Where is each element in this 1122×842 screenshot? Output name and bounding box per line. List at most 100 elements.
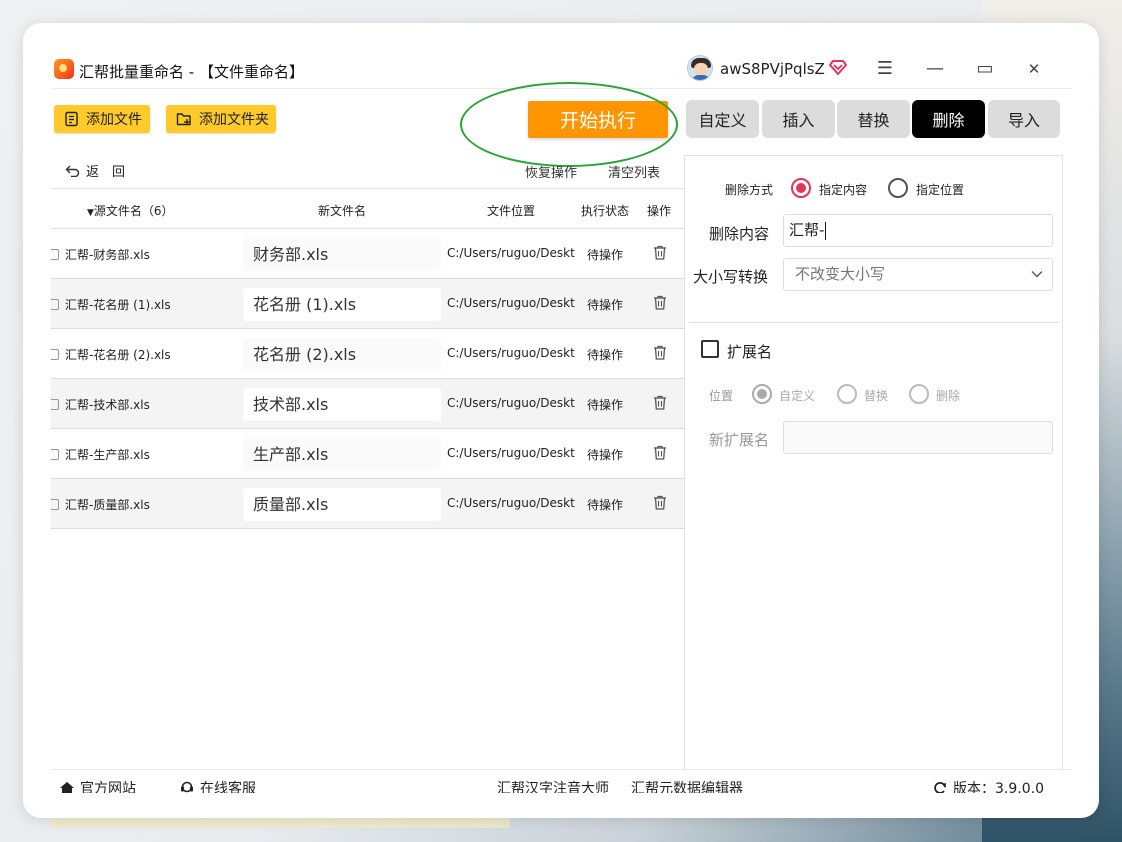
file-location: C:/Users/ruguo/Desktop bbox=[447, 246, 575, 260]
new-filename-input[interactable]: 生产部.xls bbox=[243, 438, 441, 471]
clear-list-button[interactable]: 清空列表 bbox=[608, 162, 660, 181]
status-text: 待操作 bbox=[587, 498, 624, 512]
trash-icon[interactable] bbox=[653, 345, 667, 360]
new-filename-input[interactable]: 花名册 (1).xls bbox=[243, 288, 441, 321]
trash-icon[interactable] bbox=[653, 245, 667, 260]
footer: 官方网站 在线客服 汇帮汉字注音大师 汇帮元数据编辑器 版本：3.9.0.0 bbox=[51, 769, 1072, 793]
radio-specified-content-label[interactable]: 指定内容 bbox=[819, 181, 867, 198]
table-header: ▼源文件名（6） 新文件名 文件位置 执行状态 操作 bbox=[51, 188, 684, 229]
position-label: 位置 bbox=[709, 389, 734, 403]
tab-replace[interactable]: 替换 bbox=[837, 100, 910, 138]
add-folder-button[interactable]: 添加文件夹 bbox=[166, 105, 276, 133]
add-folder-label: 添加文件夹 bbox=[199, 112, 269, 128]
minimize-icon[interactable]: — bbox=[920, 56, 950, 82]
version-info: 版本：3.9.0.0 bbox=[932, 778, 1044, 793]
table-row[interactable]: 汇帮-花名册 (1).xls 花名册 (1).xls C:/Users/ruguo/… bbox=[51, 279, 684, 329]
title-bar: 汇帮批量重命名 - 【文件重命名】 awS8PVjPqlsZ ☰ — ▭ ✕ bbox=[51, 51, 1072, 89]
header-op: 操作 bbox=[647, 204, 672, 218]
vip-diamond-icon[interactable] bbox=[828, 58, 848, 76]
extension-label[interactable]: 扩展名 bbox=[727, 341, 772, 362]
add-file-icon bbox=[65, 111, 78, 127]
add-file-button[interactable]: 添加文件 bbox=[54, 105, 150, 133]
file-icon bbox=[51, 449, 59, 460]
file-location: C:/Users/ruguo/Desktop bbox=[447, 396, 575, 410]
radio-specified-position-label[interactable]: 指定位置 bbox=[916, 181, 964, 198]
file-icon bbox=[51, 349, 59, 360]
back-label: 返 回 bbox=[86, 165, 126, 180]
new-filename-input[interactable]: 财务部.xls bbox=[243, 238, 441, 271]
table-row[interactable]: 汇帮-技术部.xls 技术部.xls C:/Users/ruguo/Desktop 待… bbox=[51, 379, 684, 429]
file-icon bbox=[51, 249, 59, 260]
radio-ext-replace-label[interactable]: 替换 bbox=[864, 387, 888, 404]
source-filename: 汇帮-生产部.xls bbox=[51, 446, 150, 463]
back-arrow-icon bbox=[65, 165, 80, 177]
username[interactable]: awS8PVjPqlsZ bbox=[720, 60, 825, 78]
trash-icon[interactable] bbox=[653, 395, 667, 410]
new-filename-input[interactable]: 质量部.xls bbox=[243, 488, 441, 521]
add-folder-icon bbox=[176, 113, 191, 126]
source-filename: 汇帮-质量部.xls bbox=[51, 496, 150, 513]
file-icon bbox=[51, 299, 59, 310]
extension-checkbox[interactable] bbox=[701, 340, 719, 358]
file-location: C:/Users/ruguo/Desktop bbox=[447, 296, 575, 310]
radio-specified-content[interactable] bbox=[791, 178, 811, 198]
case-convert-select[interactable]: 不改变大小写 bbox=[783, 258, 1053, 291]
divider bbox=[689, 322, 1059, 323]
file-icon bbox=[51, 499, 59, 510]
status-text: 待操作 bbox=[587, 448, 624, 462]
radio-specified-position[interactable] bbox=[888, 178, 908, 198]
radio-ext-replace[interactable] bbox=[837, 384, 857, 404]
header-location: 文件位置 bbox=[487, 204, 536, 218]
maximize-icon[interactable]: ▭ bbox=[970, 56, 1000, 82]
source-filename: 汇帮-花名册 (1).xls bbox=[51, 296, 171, 313]
close-icon[interactable]: ✕ bbox=[1019, 56, 1049, 82]
official-website-link[interactable]: 官方网站 bbox=[59, 778, 136, 793]
trash-icon[interactable] bbox=[653, 495, 667, 510]
status-text: 待操作 bbox=[587, 348, 624, 362]
menu-icon[interactable]: ☰ bbox=[870, 56, 900, 82]
start-button[interactable]: 开始执行 bbox=[528, 101, 668, 138]
case-convert-label: 大小写转换 bbox=[693, 268, 769, 286]
footer-link-metadata[interactable]: 汇帮元数据编辑器 bbox=[631, 778, 743, 793]
file-icon bbox=[51, 399, 59, 410]
source-filename: 汇帮-技术部.xls bbox=[51, 396, 150, 413]
radio-ext-custom[interactable] bbox=[752, 384, 772, 404]
radio-ext-custom-label[interactable]: 自定义 bbox=[779, 387, 815, 404]
new-extension-input[interactable] bbox=[783, 421, 1053, 454]
new-extension-label: 新扩展名 bbox=[709, 431, 770, 449]
radio-ext-delete[interactable] bbox=[909, 384, 929, 404]
avatar[interactable] bbox=[687, 55, 713, 81]
table-row[interactable]: 汇帮-财务部.xls 财务部.xls C:/Users/ruguo/Desktop 待… bbox=[51, 229, 684, 279]
tab-custom[interactable]: 自定义 bbox=[686, 100, 759, 138]
status-text: 待操作 bbox=[587, 398, 624, 412]
restore-button[interactable]: 恢复操作 bbox=[525, 162, 577, 181]
trash-icon[interactable] bbox=[653, 445, 667, 460]
file-location: C:/Users/ruguo/Desktop bbox=[447, 446, 575, 460]
status-text: 待操作 bbox=[587, 248, 624, 262]
source-filename: 汇帮-财务部.xls bbox=[51, 246, 150, 263]
delete-content-input[interactable]: 汇帮- bbox=[783, 214, 1053, 247]
footer-link-pinyin[interactable]: 汇帮汉字注音大师 bbox=[497, 778, 609, 793]
delete-content-label: 删除内容 bbox=[709, 225, 770, 243]
table-row[interactable]: 汇帮-生产部.xls 生产部.xls C:/Users/ruguo/Desktop 待… bbox=[51, 429, 684, 479]
file-location: C:/Users/ruguo/Desktop bbox=[447, 346, 575, 360]
tab-import[interactable]: 导入 bbox=[988, 100, 1060, 138]
online-support-link[interactable]: 在线客服 bbox=[179, 778, 256, 793]
file-location: C:/Users/ruguo/Desktop bbox=[447, 496, 575, 510]
trash-icon[interactable] bbox=[653, 295, 667, 310]
radio-ext-delete-label[interactable]: 删除 bbox=[936, 387, 960, 404]
delete-settings-panel: 删除方式 指定内容 指定位置 删除内容 汇帮- 大小写转换 不改变大小写 扩展名… bbox=[684, 155, 1063, 770]
new-filename-input[interactable]: 技术部.xls bbox=[243, 388, 441, 421]
table-row[interactable]: 汇帮-质量部.xls 质量部.xls C:/Users/ruguo/Desktop 待… bbox=[51, 479, 684, 529]
header-new-name: 新文件名 bbox=[318, 204, 367, 218]
tab-delete[interactable]: 删除 bbox=[912, 100, 985, 138]
source-filename: 汇帮-花名册 (2).xls bbox=[51, 346, 171, 363]
table-row[interactable]: 汇帮-花名册 (2).xls 花名册 (2).xls C:/Users/ruguo/… bbox=[51, 329, 684, 379]
app-logo-icon bbox=[54, 59, 74, 79]
back-button[interactable]: 返 回 bbox=[65, 161, 125, 180]
new-filename-input[interactable]: 花名册 (2).xls bbox=[243, 338, 441, 371]
header-source[interactable]: ▼源文件名（6） bbox=[87, 202, 174, 219]
header-status: 执行状态 bbox=[581, 204, 630, 218]
tab-insert[interactable]: 插入 bbox=[762, 100, 835, 138]
refresh-icon bbox=[934, 782, 946, 793]
